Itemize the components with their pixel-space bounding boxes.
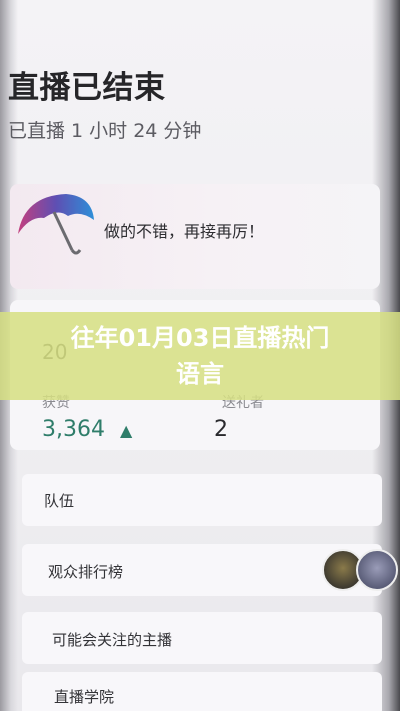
suggested-streamers-label: 可能会关注的主播: [52, 631, 173, 649]
gifters-value: 2: [214, 417, 228, 442]
banner-line-1: 往年01月03日直播热门: [70, 324, 330, 352]
banner-title: 往年01月03日直播热门 语言: [0, 320, 400, 392]
umbrella-icon: [18, 194, 94, 255]
phone-screen: 直播已结束 已直播 1 小时 24 分钟 做的不错，再接再厉！ 20 获赞 送礼…: [0, 0, 400, 711]
viewer-avatars: [322, 549, 400, 591]
live-duration: 已直播 1 小时 24 分钟: [8, 120, 202, 142]
team-label: 队伍: [44, 492, 75, 510]
banner-line-2: 语言: [176, 360, 224, 388]
arrow-up-icon: ▲: [120, 421, 133, 440]
academy-label: 直播学院: [54, 688, 115, 706]
team-row[interactable]: [22, 474, 382, 526]
avatar: [356, 549, 398, 591]
page-title: 直播已结束: [8, 70, 166, 106]
praise-message: 做的不错，再接再厉！: [104, 222, 265, 241]
leaderboard-label: 观众排行榜: [48, 563, 124, 581]
likes-value: 3,364: [42, 417, 105, 442]
